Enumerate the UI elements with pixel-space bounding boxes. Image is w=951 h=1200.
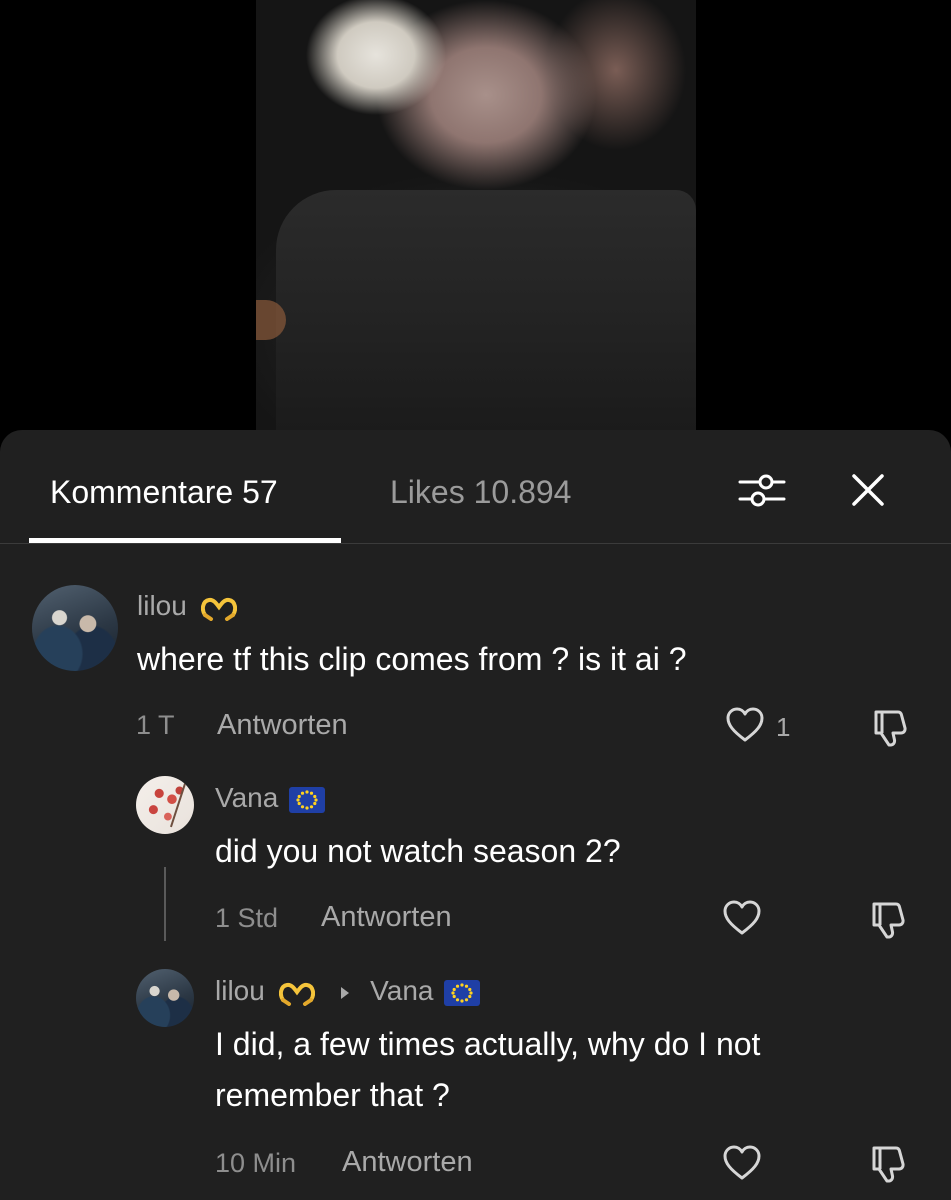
eu-flag-emoji	[444, 979, 481, 1006]
reply-button[interactable]: Antworten	[342, 1146, 473, 1179]
video-frame-shadow	[276, 190, 696, 430]
thumbs-down-outline-icon	[872, 1146, 905, 1183]
comments-sheet: Kommentare 57 Likes 10.894 lilou where t…	[0, 430, 951, 1200]
like-button[interactable]	[722, 1144, 762, 1184]
comment-username[interactable]: lilou Vana	[215, 975, 481, 1007]
comment-text-line-1: I did, a few times actually, why do I no…	[215, 1026, 761, 1062]
heart-outline-icon	[723, 1145, 761, 1180]
video-player[interactable]	[256, 0, 696, 430]
comment-item: lilou Vana I did, a few times actually, …	[0, 430, 951, 1200]
reply-to-username[interactable]: Vana	[370, 975, 433, 1006]
avatar[interactable]	[136, 969, 194, 1027]
username-text: lilou	[215, 975, 265, 1006]
dislike-button[interactable]	[866, 1142, 910, 1186]
comment-text-line-2: remember that ?	[215, 1077, 450, 1113]
comment-timestamp: 10 Min	[215, 1148, 297, 1178]
heart-hands-emoji	[278, 982, 315, 1006]
caret-right-icon	[341, 986, 350, 999]
